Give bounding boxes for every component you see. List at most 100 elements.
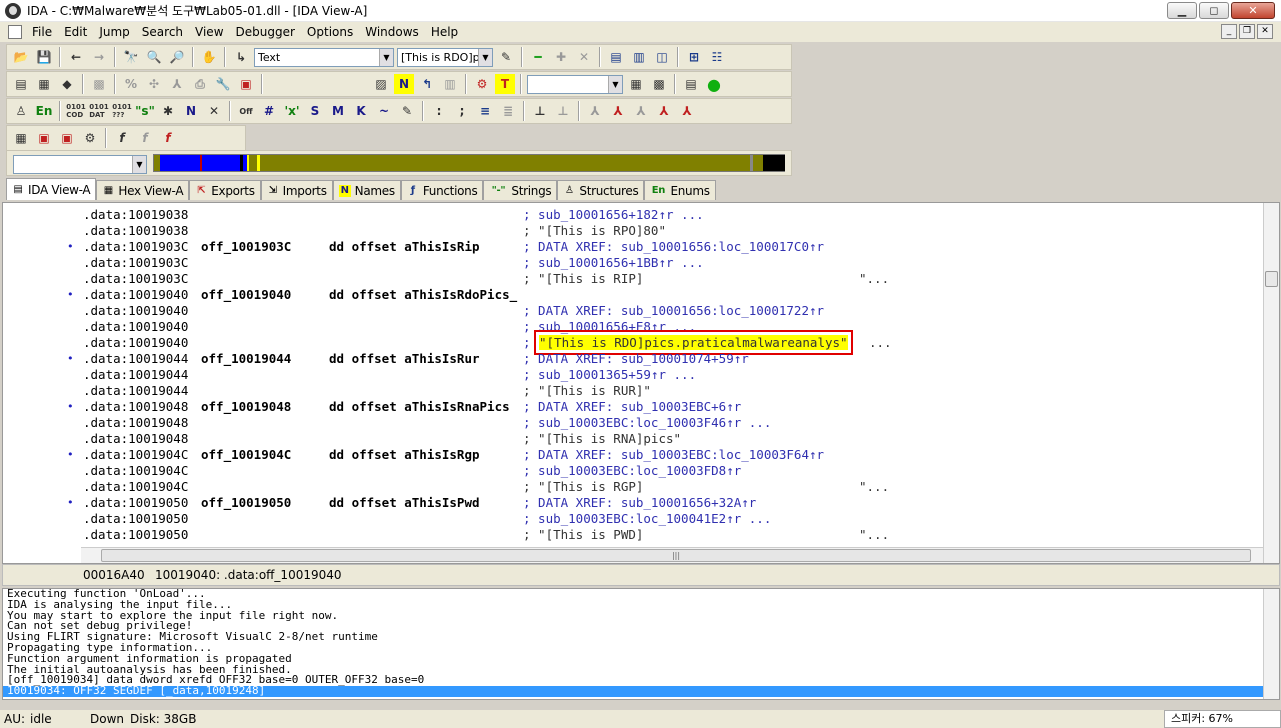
library-icon[interactable]: ▥ — [440, 74, 460, 94]
navigator-bar[interactable] — [153, 154, 785, 172]
segment-s-icon[interactable]: S — [305, 101, 325, 121]
settings-icon[interactable]: ⚙ — [80, 128, 100, 148]
disasm-line[interactable]: .data:1001903C ; "[This is RIP] "... — [3, 271, 1265, 287]
palette-icon[interactable]: ▣ — [236, 74, 256, 94]
search-combo[interactable]: [This is RDO]pi ▼ — [397, 47, 493, 67]
disasm-line[interactable]: • .data:10019050 off_10019050 dd offset aTh… — [3, 495, 1265, 511]
menu-edit[interactable]: Edit — [58, 22, 93, 42]
function-icon[interactable]: ↰ — [417, 74, 437, 94]
diamond-icon[interactable]: ◆ — [57, 74, 77, 94]
plugin-icon[interactable]: ▣ — [57, 128, 77, 148]
list-icon[interactable]: ☷ — [707, 47, 727, 67]
chart-icon[interactable]: ⊥ — [530, 101, 550, 121]
function-end-icon[interactable]: f — [158, 128, 178, 148]
disasm-line[interactable]: • .data:1001903C off_1001903C dd offset aTh… — [3, 239, 1265, 255]
search-text-icon[interactable]: 🔎 — [167, 47, 187, 67]
wrench-icon[interactable]: 🔧 — [213, 74, 233, 94]
log-icon[interactable]: ▤ — [681, 74, 701, 94]
disasm-line[interactable]: .data:10019038 ; sub_10001656+182↑r ... — [3, 207, 1265, 223]
tab-imports[interactable]: ⇲ Imports — [260, 180, 333, 200]
plus-icon[interactable]: ✚ — [551, 47, 571, 67]
menu-file[interactable]: File — [26, 22, 58, 42]
person-icon[interactable]: ♙ — [11, 101, 31, 121]
menu-debugger[interactable]: Debugger — [230, 22, 301, 42]
open-icon[interactable]: 📂 — [11, 47, 31, 67]
type-t-icon[interactable]: T — [495, 74, 515, 94]
tab-ida-view-a[interactable]: ▤ IDA View-A — [6, 178, 97, 200]
disasm-line[interactable]: .data:10019048 ; "[This is RNA]pics" — [3, 431, 1265, 447]
print-icon[interactable]: ⎙ — [190, 74, 210, 94]
menu-options[interactable]: Options — [301, 22, 359, 42]
tab-enums[interactable]: En Enums — [644, 180, 716, 200]
idc-icon[interactable]: ▣ — [34, 128, 54, 148]
segments-icon[interactable]: ▨ — [371, 74, 391, 94]
output-scrollbar[interactable] — [1263, 589, 1279, 699]
tab-hex-view-a[interactable]: ▦ Hex View-A — [96, 180, 190, 200]
vertical-scroll-thumb[interactable] — [1265, 271, 1278, 287]
menu-help[interactable]: Help — [425, 22, 464, 42]
debug-options-icon[interactable]: ▩ — [649, 74, 669, 94]
hex-view-icon[interactable]: ▦ — [34, 74, 54, 94]
undefine-icon[interactable]: ✕ — [204, 101, 224, 121]
debugger-combo[interactable]: ▼ — [527, 74, 623, 94]
highlighted-string[interactable]: "[This is RDO]pics.praticalmalwareanalys… — [534, 330, 853, 355]
data-icon[interactable]: 0101 DAT — [89, 101, 109, 121]
disasm-line[interactable]: .data:10019038 ; "[This is RPO]80" — [3, 223, 1265, 239]
document-icon[interactable] — [8, 25, 22, 39]
array-icon[interactable]: ✱ — [158, 101, 178, 121]
close-button[interactable]: ✕ — [1231, 2, 1275, 19]
output-selected-line[interactable]: 10019034: OFF32 SEGDEF [_data,10019248] — [3, 685, 1263, 697]
call-graph-icon[interactable]: ⅄ — [677, 101, 697, 121]
binoculars-icon[interactable]: 🔭 — [121, 47, 141, 67]
disasm-line[interactable]: • .data:10019040 off_10019040 dd offset aTh… — [3, 287, 1265, 303]
window-tile-icon[interactable]: ◫ — [652, 47, 672, 67]
name-icon[interactable]: N — [181, 101, 201, 121]
xref-graph-from-icon[interactable]: ⅄ — [631, 101, 651, 121]
horizontal-scrollbar[interactable]: ||| — [81, 547, 1263, 563]
debug-settings-icon[interactable]: ▦ — [626, 74, 646, 94]
maximize-button[interactable]: ◻ — [1199, 2, 1229, 19]
output-window[interactable]: Executing function 'OnLoad'... IDA is ana… — [2, 588, 1280, 700]
enum-icon[interactable]: M — [328, 101, 348, 121]
save-icon[interactable]: 💾 — [34, 47, 54, 67]
menu-search[interactable]: Search — [136, 22, 189, 42]
flowchart-icon[interactable]: ⅄ — [585, 101, 605, 121]
code-icon[interactable]: 0101 COD — [66, 101, 86, 121]
mdi-close-button[interactable]: ✕ — [1257, 24, 1273, 39]
mdi-minimize-button[interactable]: _ — [1221, 24, 1237, 39]
posterior-icon[interactable]: ≣ — [498, 101, 518, 121]
disasm-line[interactable]: .data:10019040 ; DATA XREF: sub_10001656:… — [3, 303, 1265, 319]
window-icon[interactable]: ▤ — [606, 47, 626, 67]
repeat-comment-icon[interactable]: ; — [452, 101, 472, 121]
back-icon[interactable]: ← — [66, 47, 86, 67]
tab-structures[interactable]: ♙ Structures — [557, 180, 645, 200]
vertical-scrollbar[interactable] — [1263, 203, 1279, 563]
disasm-line[interactable]: • .data:10019048 off_10019048 dd offset aTh… — [3, 399, 1265, 415]
disasm-line[interactable]: .data:1001904C ; "[This is RGP] "... — [3, 479, 1265, 495]
disasm-line[interactable]: .data:1001903C ; sub_10001656+1BB↑r ... — [3, 255, 1265, 271]
graph-icon[interactable]: ⊞ — [684, 47, 704, 67]
function-f-icon[interactable]: f — [112, 128, 132, 148]
disasm-line[interactable]: • .data:1001904C off_1001904C dd offset aTh… — [3, 447, 1265, 463]
disasm-line[interactable]: .data:10019050 ; "[This is PWD] "... — [3, 527, 1265, 543]
search-next-icon[interactable]: 🔍 — [144, 47, 164, 67]
minimize-button[interactable]: ▁ — [1167, 2, 1197, 19]
text-view-icon[interactable]: ▤ — [11, 74, 31, 94]
number-icon[interactable]: # — [259, 101, 279, 121]
unknown-icon[interactable]: 0101??? — [112, 101, 132, 121]
disasm-line[interactable]: .data:10019040 ; sub_10001656+E8↑r ... — [3, 319, 1265, 335]
tree-icon[interactable]: ⅄ — [167, 74, 187, 94]
window-split-icon[interactable]: ▥ — [629, 47, 649, 67]
cross-icon[interactable]: ✕ — [574, 47, 594, 67]
tab-strings[interactable]: "-" Strings — [483, 180, 558, 200]
disasm-line[interactable]: .data:10019050 ; sub_10003EBC:loc_100041E… — [3, 511, 1265, 527]
function-edit-icon[interactable]: f — [135, 128, 155, 148]
hand-icon[interactable]: ✋ — [199, 47, 219, 67]
pen-icon[interactable]: ✎ — [397, 101, 417, 121]
menu-view[interactable]: View — [189, 22, 229, 42]
disasm-line[interactable]: .data:10019044 ; "[This is RUR]" — [3, 383, 1265, 399]
calc-icon[interactable]: ▩ — [89, 74, 109, 94]
segment-combo[interactable]: ▼ — [13, 155, 147, 174]
names-n-icon[interactable]: N — [394, 74, 414, 94]
char-icon[interactable]: 'x' — [282, 101, 302, 121]
